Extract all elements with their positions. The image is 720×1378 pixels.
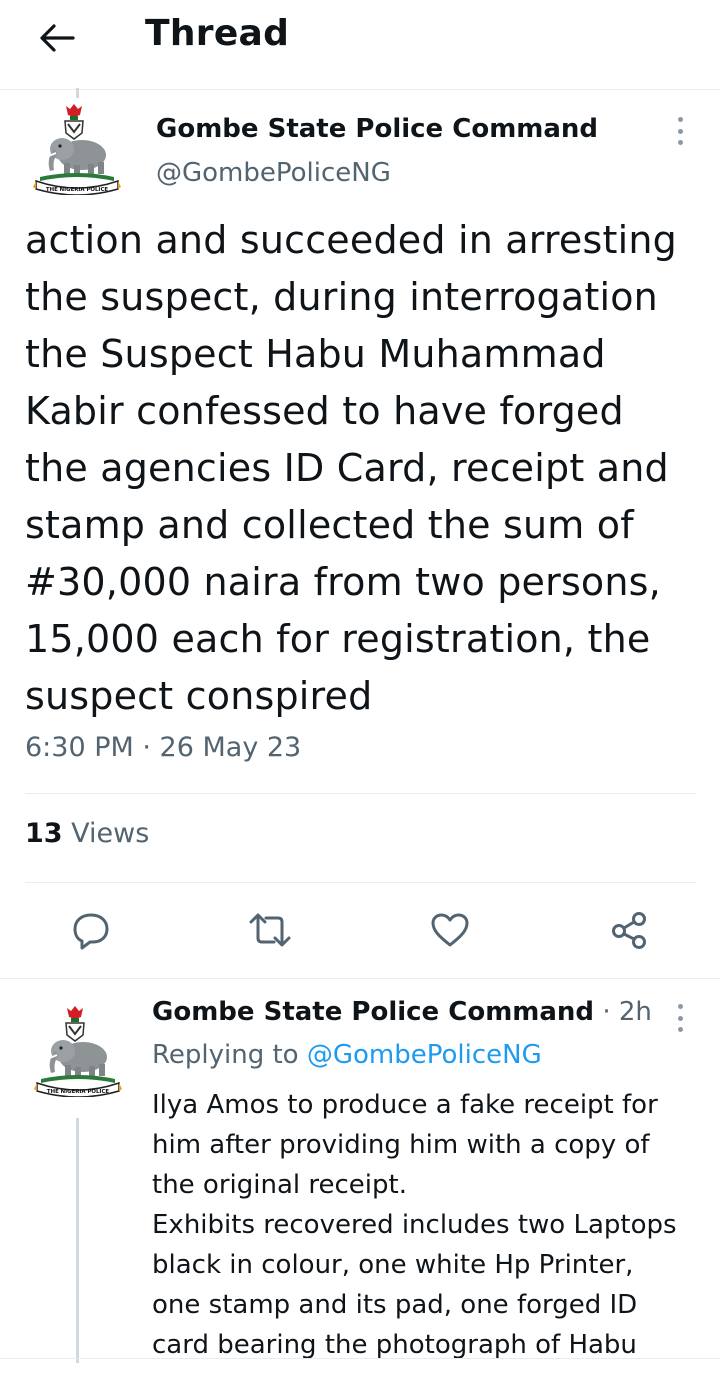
tweet-text-line: Ilya Amos to produce a fake receipt for — [152, 1090, 658, 1120]
tweet-text-line: him after providing him with a copy of — [152, 1130, 650, 1160]
views-number: 13 — [25, 818, 63, 849]
retweet-button[interactable] — [248, 908, 292, 952]
divider — [0, 978, 720, 979]
back-button[interactable] — [34, 18, 80, 58]
tweet-time[interactable]: 2h — [619, 997, 652, 1027]
tweet-text-line: 15,000 each for registration, the — [25, 617, 651, 661]
svg-text:THE NIGERIA POLICE: THE NIGERIA POLICE — [47, 1089, 110, 1095]
reply-button[interactable] — [69, 908, 113, 952]
thread-connector — [76, 1118, 79, 1363]
more-options-icon[interactable] — [670, 1001, 690, 1035]
more-options-icon[interactable] — [670, 114, 690, 148]
divider — [25, 882, 696, 883]
tweet-text: action and succeeded in arresting the su… — [25, 212, 705, 725]
retweet-icon — [249, 913, 291, 947]
divider — [25, 793, 696, 794]
tweet-text-line: black in colour, one white Hp Printer, — [152, 1250, 634, 1280]
tweet-text-line: Kabir confessed to have forged — [25, 389, 624, 433]
tweet-timestamp[interactable]: 6:30 PM · 26 May 23 — [25, 732, 301, 763]
tweet-text-line: Exhibits recovered includes two Laptops — [152, 1210, 677, 1240]
police-logo-icon: THE NIGERIA POLICE — [33, 104, 121, 196]
avatar[interactable]: THE NIGERIA POLICE — [32, 103, 122, 196]
tweet-text-line: #30,000 naira from two persons, — [25, 560, 661, 604]
tweet-text-line: suspect conspired — [25, 674, 373, 718]
tweet-text-line: stamp and collected the sum of — [25, 503, 634, 547]
replying-to: Replying to @GombePoliceNG — [152, 1040, 542, 1070]
share-button[interactable] — [607, 908, 651, 952]
avatar[interactable]: THE NIGERIA POLICE — [33, 1005, 123, 1098]
reply-author-row: Gombe State Police Command · 2h — [152, 997, 652, 1027]
separator-dot: · — [602, 997, 611, 1027]
thread-connector — [76, 88, 79, 98]
tweet-text-line: the suspect, during interrogation — [25, 275, 658, 319]
tweet-text-line: one stamp and its pad, one forged ID — [152, 1290, 638, 1320]
arrow-left-icon — [40, 24, 75, 52]
tweet-text-line: action and succeeded in arresting — [25, 218, 677, 262]
author-handle[interactable]: @GombePoliceNG — [156, 158, 391, 188]
divider — [0, 1358, 720, 1359]
like-button[interactable] — [428, 908, 472, 952]
tweet-text-line: the Suspect Habu Muhammad — [25, 332, 606, 376]
reply-tweet-text: Ilya Amos to produce a fake receipt for … — [152, 1085, 712, 1365]
police-logo-icon: THE NIGERIA POLICE — [34, 1006, 122, 1098]
svg-text:THE NIGERIA POLICE: THE NIGERIA POLICE — [46, 187, 109, 193]
replying-handle-link[interactable]: @GombePoliceNG — [307, 1040, 542, 1070]
share-icon — [612, 912, 646, 949]
tweet-text-line: the agencies ID Card, receipt and — [25, 446, 669, 490]
page-title: Thread — [145, 13, 290, 54]
views-count[interactable]: 13 Views — [25, 818, 149, 849]
top-bar: Thread — [0, 0, 720, 90]
author-name[interactable]: Gombe State Police Command — [152, 997, 594, 1027]
tweet-text-line: the original receipt. — [152, 1170, 407, 1200]
reply-icon — [73, 913, 109, 950]
views-label: Views — [71, 818, 150, 849]
tweet-text-line: card bearing the photograph of Habu — [152, 1330, 637, 1360]
author-name[interactable]: Gombe State Police Command — [156, 114, 598, 144]
like-icon — [431, 913, 469, 947]
replying-prefix: Replying to — [152, 1040, 299, 1070]
